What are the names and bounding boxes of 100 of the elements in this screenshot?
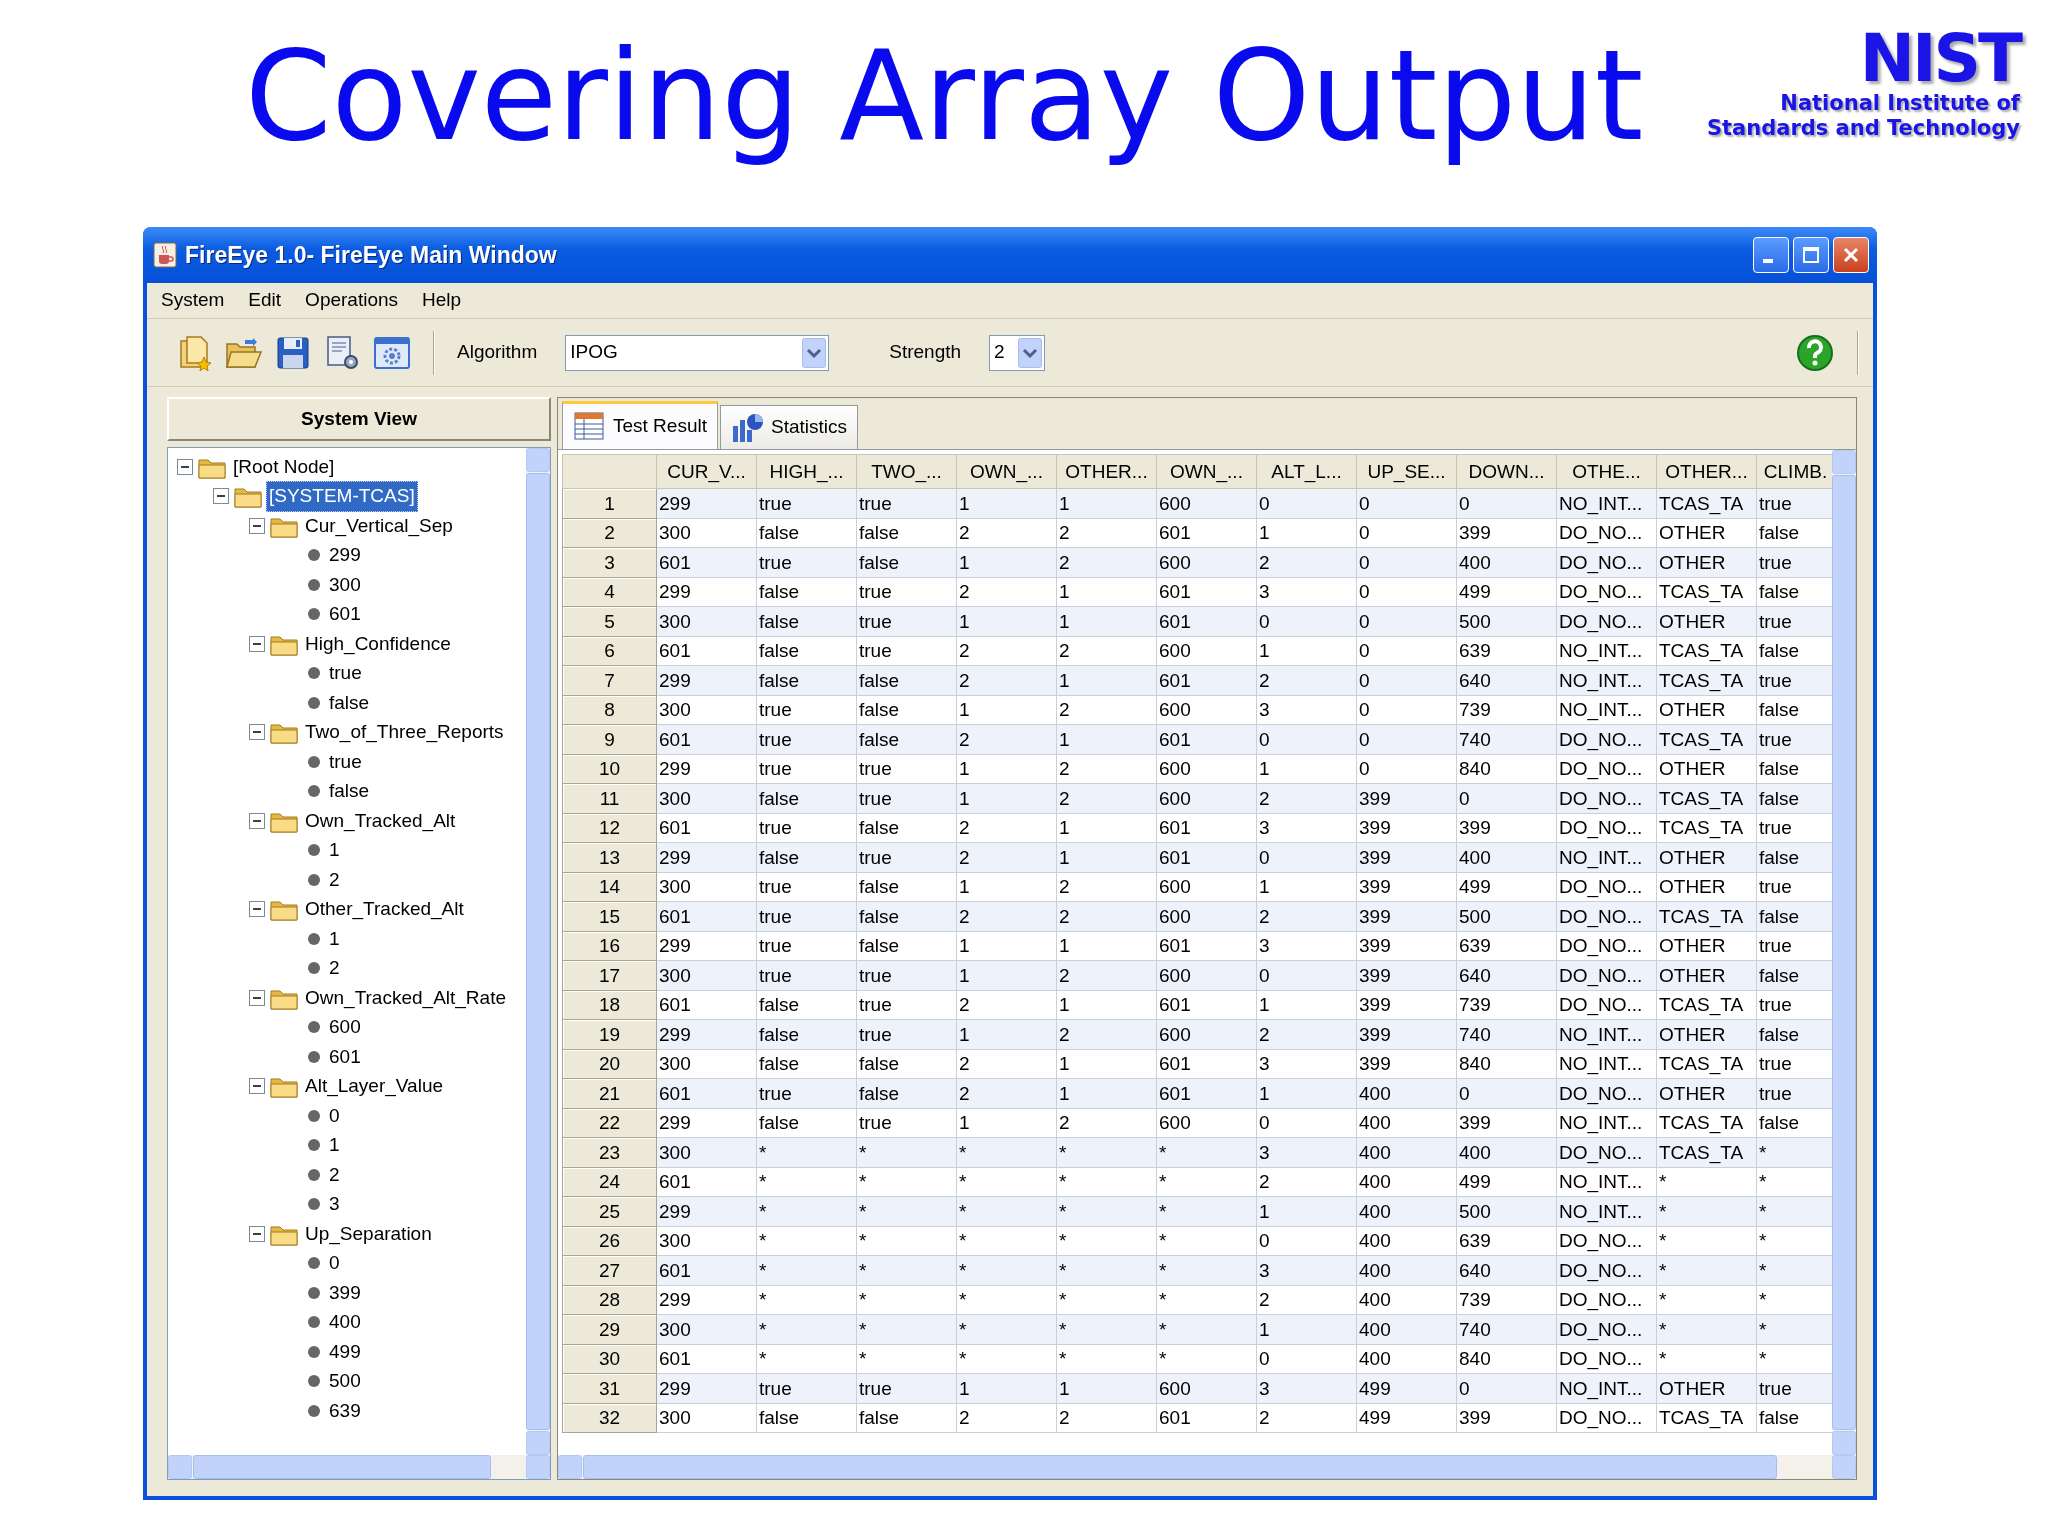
tree-item[interactable]: Cur_Vertical_Sep — [302, 510, 456, 541]
row-header[interactable]: 18 — [562, 990, 657, 1020]
collapse-icon[interactable] — [248, 516, 266, 535]
row-header[interactable]: 12 — [562, 813, 657, 843]
tree-item[interactable]: [Root Node] — [230, 451, 338, 482]
tree-item[interactable]: 600 — [326, 1012, 364, 1043]
row-header[interactable]: 7 — [562, 665, 657, 695]
row-header[interactable]: 1 — [562, 488, 657, 518]
row-header[interactable]: 28 — [562, 1285, 657, 1315]
row-header[interactable]: 29 — [562, 1314, 657, 1344]
row-header[interactable]: 31 — [562, 1373, 657, 1403]
help-icon[interactable] — [1795, 332, 1835, 373]
tab[interactable]: Statistics — [720, 405, 858, 449]
tree-item[interactable]: 1 — [326, 923, 343, 954]
tree-item[interactable]: Other_Tracked_Alt — [302, 894, 467, 925]
column-header[interactable]: HIGH_... — [756, 454, 857, 489]
horizontal-scrollbar[interactable] — [558, 1455, 1856, 1479]
minimize-button[interactable] — [1753, 237, 1789, 273]
row-header[interactable]: 4 — [562, 577, 657, 607]
menu-item[interactable]: Edit — [248, 286, 282, 315]
tree-item[interactable]: 1 — [326, 1130, 343, 1161]
row-header[interactable]: 24 — [562, 1167, 657, 1197]
row-header[interactable]: 19 — [562, 1019, 657, 1049]
row-header[interactable]: 25 — [562, 1196, 657, 1226]
close-button[interactable] — [1833, 237, 1869, 273]
tree-item[interactable]: true — [326, 746, 365, 777]
row-header[interactable]: 5 — [562, 606, 657, 636]
tree-item[interactable]: Up_Separation — [302, 1218, 435, 1249]
row-header[interactable]: 27 — [562, 1255, 657, 1285]
tab[interactable]: Test Result — [562, 401, 718, 449]
collapse-icon[interactable] — [248, 634, 266, 653]
row-header[interactable]: 21 — [562, 1078, 657, 1108]
menu-item[interactable]: Help — [422, 286, 462, 315]
new-document-icon[interactable] — [177, 334, 213, 371]
vertical-scrollbar[interactable] — [526, 448, 550, 1455]
collapse-icon[interactable] — [248, 1224, 266, 1243]
row-header[interactable]: 13 — [562, 842, 657, 872]
row-header[interactable]: 2 — [562, 518, 657, 548]
column-header[interactable]: OTHER... — [1056, 454, 1157, 489]
tree-item[interactable]: 1 — [326, 835, 343, 866]
tree-item[interactable]: Alt_Layer_Value — [302, 1071, 447, 1102]
tree-item[interactable]: false — [326, 776, 373, 807]
row-header[interactable]: 17 — [562, 960, 657, 990]
row-header[interactable]: 15 — [562, 901, 657, 931]
tree-item[interactable]: 299 — [326, 540, 364, 571]
column-header[interactable]: UP_SE... — [1356, 454, 1457, 489]
tree-item[interactable]: 399 — [326, 1277, 364, 1308]
tree-item[interactable]: 2 — [326, 1159, 343, 1190]
algorithm-dropdown[interactable]: IPOG — [565, 334, 830, 371]
vertical-scrollbar[interactable] — [1832, 450, 1856, 1455]
horizontal-scrollbar[interactable] — [168, 1455, 550, 1479]
collapse-icon[interactable] — [248, 1077, 266, 1096]
collapse-icon[interactable] — [248, 900, 266, 919]
collapse-icon[interactable] — [176, 457, 194, 476]
row-header[interactable]: 23 — [562, 1137, 657, 1167]
column-header[interactable]: ALT_L... — [1256, 454, 1357, 489]
column-header[interactable]: OWN_... — [956, 454, 1057, 489]
tree-item[interactable]: false — [326, 687, 373, 718]
row-header[interactable]: 6 — [562, 636, 657, 666]
menu-item[interactable]: Operations — [305, 286, 399, 315]
row-header[interactable]: 14 — [562, 872, 657, 902]
row-header[interactable]: 22 — [562, 1108, 657, 1138]
tree-item[interactable]: 500 — [326, 1366, 364, 1397]
tree-item[interactable]: Own_Tracked_Alt — [302, 805, 459, 836]
tree-item[interactable]: 601 — [326, 599, 364, 630]
row-header[interactable]: 26 — [562, 1226, 657, 1256]
tree-item[interactable]: High_Confidence — [302, 628, 454, 659]
tree-item[interactable]: 400 — [326, 1307, 364, 1338]
column-header[interactable]: CLIMB. — [1756, 454, 1832, 489]
tree-item[interactable]: Two_of_Three_Reports — [302, 717, 507, 748]
gear-window-icon[interactable] — [373, 334, 411, 371]
column-header[interactable]: CUR_V... — [656, 454, 757, 489]
tree-item[interactable]: 3 — [326, 1189, 343, 1220]
row-header[interactable]: 16 — [562, 931, 657, 961]
row-header[interactable]: 30 — [562, 1344, 657, 1374]
tree-item[interactable]: Own_Tracked_Alt_Rate — [302, 982, 509, 1013]
row-header[interactable]: 20 — [562, 1049, 657, 1079]
tree-item[interactable]: 499 — [326, 1336, 364, 1367]
collapse-icon[interactable] — [248, 723, 266, 742]
tree-item[interactable]: 639 — [326, 1395, 364, 1426]
row-header[interactable]: 3 — [562, 547, 657, 577]
open-folder-icon[interactable] — [225, 335, 263, 370]
column-header[interactable]: DOWN... — [1456, 454, 1557, 489]
row-header[interactable]: 9 — [562, 724, 657, 754]
maximize-button[interactable] — [1793, 237, 1829, 273]
tree-item[interactable]: 0 — [326, 1100, 343, 1131]
tree-item[interactable]: 2 — [326, 953, 343, 984]
tree-item[interactable]: 300 — [326, 569, 364, 600]
collapse-icon[interactable] — [248, 811, 266, 830]
collapse-icon[interactable] — [212, 487, 230, 506]
row-header[interactable]: 8 — [562, 695, 657, 725]
tree-item[interactable]: [SYSTEM-TCAS] — [266, 481, 418, 512]
collapse-icon[interactable] — [248, 988, 266, 1007]
tree-item[interactable]: 2 — [326, 864, 343, 895]
column-header[interactable]: OWN_... — [1156, 454, 1257, 489]
row-header[interactable]: 10 — [562, 754, 657, 784]
tree-item[interactable]: 0 — [326, 1248, 343, 1279]
row-header[interactable]: 11 — [562, 783, 657, 813]
row-header[interactable]: 32 — [562, 1403, 657, 1433]
tree-item[interactable]: 601 — [326, 1041, 364, 1072]
